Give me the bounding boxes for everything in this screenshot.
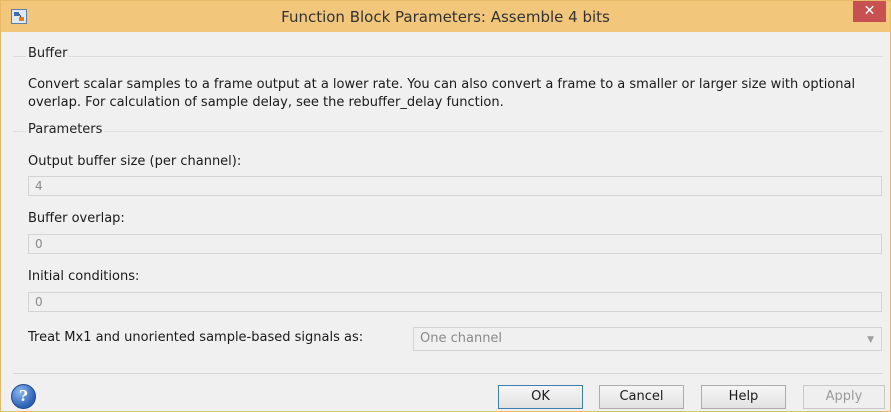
- dialog-window: Function Block Parameters: Assemble 4 bi…: [0, 0, 891, 412]
- ok-button[interactable]: OK: [498, 385, 583, 409]
- buffer-description: Convert scalar samples to a frame output…: [28, 77, 856, 110]
- buffer-group-title: Buffer: [26, 46, 70, 61]
- parameters-group-title: Parameters: [26, 122, 105, 137]
- chevron-down-icon: ▼: [867, 335, 874, 345]
- initial-conditions-label: Initial conditions:: [28, 269, 140, 284]
- help-question-icon[interactable]: ?: [11, 384, 36, 409]
- treat-signals-label: Treat Mx1 and unoriented sample-based si…: [28, 330, 364, 345]
- output-buffer-size-label: Output buffer size (per channel):: [28, 154, 242, 169]
- parameters-group-frame: [13, 131, 883, 132]
- window-title: Function Block Parameters: Assemble 4 bi…: [281, 8, 610, 26]
- initial-conditions-input[interactable]: 0: [28, 292, 882, 312]
- output-buffer-size-input[interactable]: 4: [28, 176, 882, 196]
- buffer-overlap-label: Buffer overlap:: [28, 211, 125, 226]
- title-bar[interactable]: Function Block Parameters: Assemble 4 bi…: [1, 1, 890, 32]
- apply-button[interactable]: Apply: [803, 385, 885, 409]
- cancel-button[interactable]: Cancel: [599, 385, 684, 409]
- button-bar-separator: [13, 373, 883, 374]
- help-button[interactable]: Help: [701, 385, 786, 409]
- buffer-overlap-input[interactable]: 0: [28, 234, 882, 254]
- treat-signals-value: One channel: [420, 331, 503, 346]
- close-button[interactable]: ✕: [853, 1, 886, 22]
- treat-signals-select[interactable]: One channel ▼: [413, 327, 882, 351]
- buffer-group-frame: [13, 56, 883, 57]
